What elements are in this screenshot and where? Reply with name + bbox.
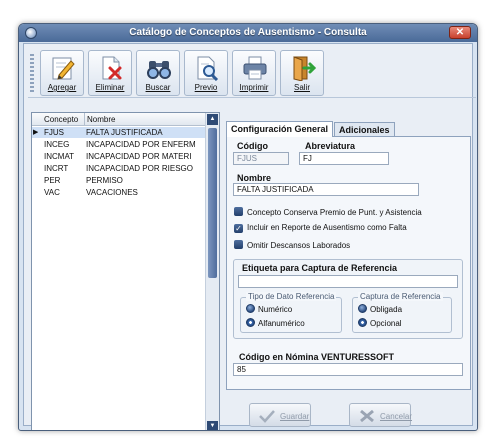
radio-label: Obligada xyxy=(370,305,403,314)
search-button-label: Buscar xyxy=(145,83,171,92)
row-concepto: INCMAT xyxy=(44,152,75,161)
scroll-up-arrow-icon[interactable]: ▲ xyxy=(207,114,218,125)
preview-button[interactable]: Previo xyxy=(184,50,228,96)
row-nombre: PERMISO xyxy=(86,176,123,185)
add-button-label: Agregar xyxy=(47,83,77,92)
checkbox-box[interactable] xyxy=(234,240,243,249)
list-row[interactable]: ▶ FJUS FALTA JUSTIFICADA xyxy=(32,127,205,138)
printer-icon xyxy=(243,56,267,80)
nombre-field[interactable]: FALTA JUSTIFICADA xyxy=(233,183,419,196)
checkmark-icon[interactable]: ✓ xyxy=(234,224,243,233)
concept-list[interactable]: Concepto Nombre ▶ FJUS FALTA JUSTIFICADA… xyxy=(31,112,220,430)
checkmark-icon xyxy=(259,410,275,423)
list-row[interactable]: INCRT INCAPACIDAD POR RIESGO xyxy=(32,163,205,174)
list-row[interactable]: PER PERMISO xyxy=(32,175,205,186)
radio-dot[interactable] xyxy=(246,304,255,313)
delete-button[interactable]: Eliminar xyxy=(88,50,132,96)
radio-opcional[interactable]: Opcional xyxy=(358,318,402,328)
row-concepto: VAC xyxy=(44,188,60,197)
radio-dot-selected[interactable] xyxy=(358,318,367,327)
preview-button-label: Previo xyxy=(194,83,218,92)
radio-label: Alfanumérico xyxy=(258,319,305,328)
list-scrollbar[interactable]: ▲ ▼ xyxy=(205,113,219,430)
pencil-icon xyxy=(52,57,75,80)
exit-button-label: Salir xyxy=(293,83,310,92)
row-nombre: INCAPACIDAD POR ENFERM xyxy=(86,140,196,149)
exit-door-icon xyxy=(293,56,316,81)
radio-label: Opcional xyxy=(370,319,402,328)
row-nombre: VACACIONES xyxy=(86,188,138,197)
save-button[interactable]: Guardar xyxy=(249,403,311,427)
toolbar-grip[interactable] xyxy=(30,54,34,92)
referencia-group: Etiqueta para Captura de Referencia Tipo… xyxy=(233,259,463,339)
scroll-down-arrow-icon[interactable]: ▼ xyxy=(207,421,218,430)
row-selected-marker: ▶ xyxy=(33,129,39,136)
row-nombre: INCAPACIDAD POR MATERI xyxy=(86,152,192,161)
radio-dot[interactable] xyxy=(358,304,367,313)
etiqueta-field[interactable] xyxy=(238,275,458,288)
print-button-label: Imprimir xyxy=(239,83,269,92)
window-title: Catálogo de Conceptos de Ausentismo - Co… xyxy=(129,27,367,38)
print-button[interactable]: Imprimir xyxy=(232,50,276,96)
row-concepto: INCRT xyxy=(44,164,69,173)
codigo-field[interactable]: FJUS xyxy=(233,152,289,165)
scrollbar-thumb[interactable] xyxy=(208,128,217,278)
row-nombre: INCAPACIDAD POR RIESGO xyxy=(86,164,193,173)
cancel-button[interactable]: Cancelar xyxy=(349,403,413,427)
delete-document-icon xyxy=(102,56,122,80)
list-row[interactable]: INCEG INCAPACIDAD POR ENFERM xyxy=(32,139,205,150)
tab-panel-configuracion: Código FJUS Abreviatura FJ Nombre FALTA … xyxy=(226,136,471,390)
toolbar: Agregar Eliminar Buscar Previo Imprimir … xyxy=(28,48,476,98)
list-row[interactable]: VAC VACACIONES xyxy=(32,187,205,198)
catalog-window: Catálogo de Conceptos de Ausentismo - Co… xyxy=(18,23,478,431)
add-button[interactable]: Agregar xyxy=(40,50,84,96)
tab-adicionales[interactable]: Adicionales xyxy=(334,122,395,137)
nomina-field[interactable]: 85 xyxy=(233,363,463,376)
tipo-dato-group: Tipo de Dato Referencia Numérico Alfanum… xyxy=(240,292,342,333)
checkbox-omitir-descansos[interactable]: Omitir Descansos Laborados xyxy=(234,240,350,250)
row-concepto: FJUS xyxy=(44,128,64,137)
captura-group: Captura de Referencia Obligada Opcional xyxy=(352,292,452,333)
checkbox-label: Concepto Conserva Premio de Punt. y Asis… xyxy=(247,208,422,217)
list-row[interactable]: INCMAT INCAPACIDAD POR MATERI xyxy=(32,151,205,162)
cancel-button-label: Cancelar xyxy=(380,412,413,421)
exit-button[interactable]: Salir xyxy=(280,50,324,96)
captura-legend: Captura de Referencia xyxy=(358,292,443,301)
row-concepto: PER xyxy=(44,176,61,185)
checkbox-label: Incluir en Reporte de Ausentismo como Fa… xyxy=(247,223,407,232)
tipo-dato-legend: Tipo de Dato Referencia xyxy=(246,292,337,301)
column-header-nombre[interactable]: Nombre xyxy=(84,113,115,126)
checkbox-conserva-premio[interactable]: Concepto Conserva Premio de Punt. y Asis… xyxy=(234,207,422,217)
list-header: Concepto Nombre xyxy=(32,113,205,126)
codigo-label: Código xyxy=(237,141,268,151)
checkbox-incluir-reporte[interactable]: ✓ Incluir en Reporte de Ausentismo como F… xyxy=(234,223,407,233)
abreviatura-label: Abreviatura xyxy=(305,141,356,151)
column-header-concepto[interactable]: Concepto xyxy=(44,115,78,124)
radio-alfanumerico[interactable]: Alfanumérico xyxy=(246,318,305,328)
delete-button-label: Eliminar xyxy=(95,83,125,92)
row-nombre: FALTA JUSTIFICADA xyxy=(86,128,163,137)
radio-dot-selected[interactable] xyxy=(246,318,255,327)
radio-label: Numérico xyxy=(258,305,293,314)
checkbox-box[interactable] xyxy=(234,207,243,216)
preview-icon xyxy=(197,56,219,81)
title-bar[interactable]: Catálogo de Conceptos de Ausentismo - Co… xyxy=(19,24,477,42)
row-concepto: INCEG xyxy=(44,140,70,149)
binoculars-icon xyxy=(147,61,171,79)
etiqueta-label: Etiqueta para Captura de Referencia xyxy=(242,263,398,273)
tab-configuracion-general[interactable]: Configuración General xyxy=(226,121,334,137)
nomina-label: Código en Nómina VENTURESSOFT xyxy=(239,352,395,362)
radio-obligada[interactable]: Obligada xyxy=(358,304,402,314)
radio-numerico[interactable]: Numérico xyxy=(246,304,292,314)
abreviatura-field[interactable]: FJ xyxy=(299,152,389,165)
save-button-label: Guardar xyxy=(280,412,310,421)
checkbox-label: Omitir Descansos Laborados xyxy=(247,241,351,250)
close-button[interactable]: ✕ xyxy=(449,26,471,39)
nombre-label: Nombre xyxy=(237,173,272,183)
cancel-x-icon xyxy=(360,409,374,423)
search-button[interactable]: Buscar xyxy=(136,50,180,96)
